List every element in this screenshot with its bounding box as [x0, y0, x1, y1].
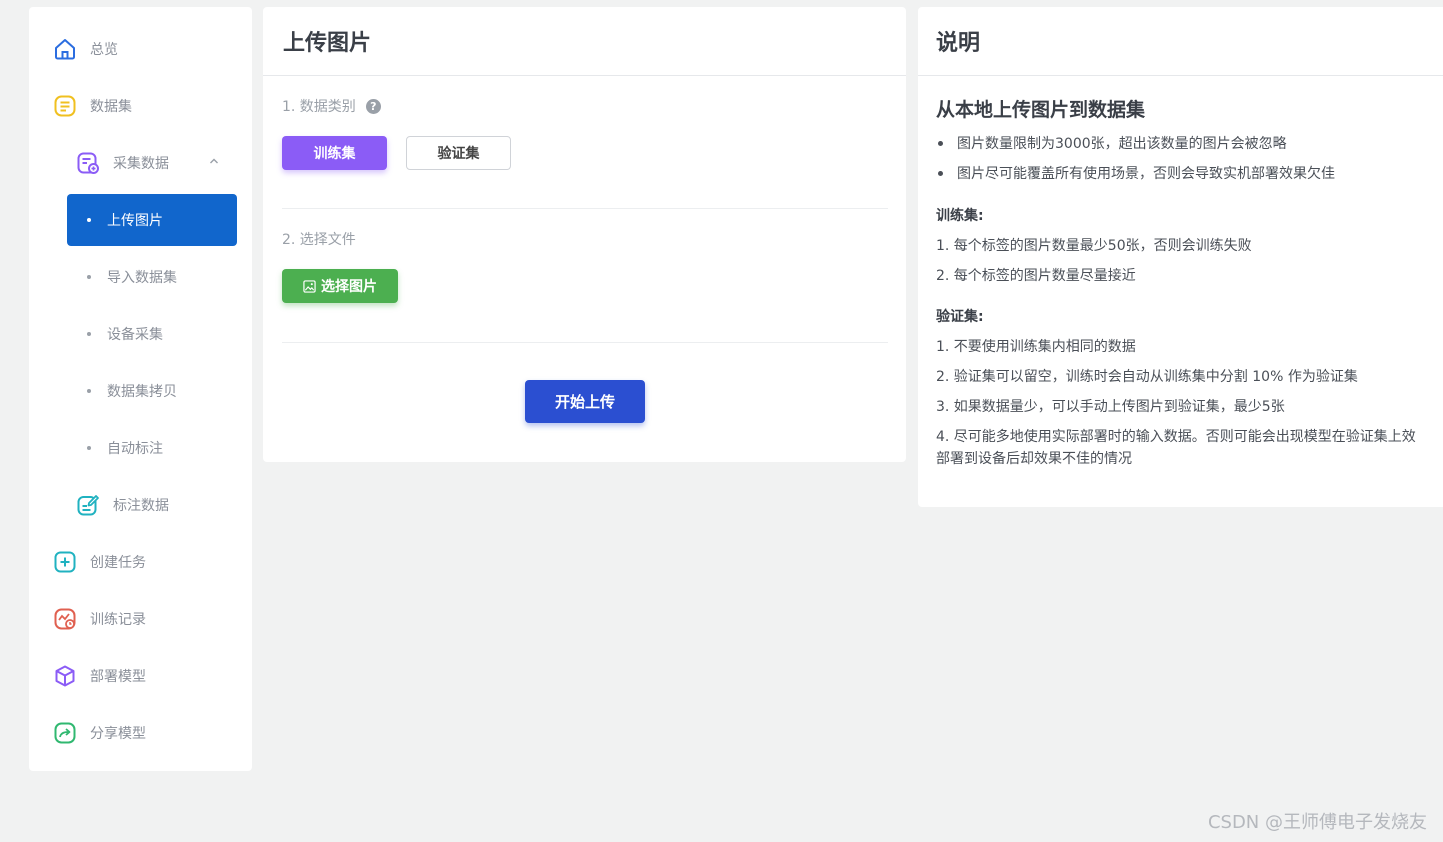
watermark: CSDN @王师傅电子发烧友: [1207, 812, 1427, 833]
train-record-icon: [52, 606, 78, 632]
choose-images-button[interactable]: 选择图片: [282, 269, 398, 303]
sidebar-item-label: 部署模型: [90, 669, 146, 685]
sidebar-item-label: 分享模型: [90, 726, 146, 742]
step1-text: 1. 数据类别: [282, 99, 356, 115]
sidebar-item-label: 数据集: [90, 99, 132, 115]
annotate-icon: [75, 492, 101, 518]
dataset-icon: [52, 93, 78, 119]
val-rule: 部署到设备后却效果不佳的情况: [936, 451, 1132, 467]
bullet-dot: [87, 332, 91, 336]
bullet-dot: [87, 218, 91, 222]
upload-panel: 上传图片 1. 数据类别 ? 训练集 验证集 2. 选择文件 选择图片 开始上传: [263, 7, 906, 462]
add-task-icon: [52, 549, 78, 575]
divider: [282, 208, 888, 209]
sidebar-item-label: 创建任务: [90, 555, 146, 571]
sidebar-subitem-label: 设备采集: [107, 327, 163, 343]
bullet-dot: [87, 446, 91, 450]
sidebar-item-share-model[interactable]: 分享模型: [52, 713, 146, 753]
share-icon: [52, 720, 78, 746]
train-set-heading: 训练集:: [936, 208, 984, 224]
train-set-button[interactable]: 训练集: [282, 136, 387, 170]
sidebar-subitem-upload-images[interactable]: 上传图片: [67, 194, 237, 246]
validation-set-button[interactable]: 验证集: [406, 136, 511, 170]
sidebar-item-overview[interactable]: 总览: [52, 29, 118, 69]
sidebar-subitem-label: 上传图片: [107, 213, 163, 229]
bullet-dot: [938, 170, 943, 176]
info-heading: 从本地上传图片到数据集: [936, 99, 1146, 121]
sidebar-item-create-task[interactable]: 创建任务: [52, 542, 146, 582]
info-bullet: 图片数量限制为3000张，超出该数量的图片会被忽略: [936, 133, 1287, 153]
sidebar-subitem-device-capture[interactable]: 设备采集: [67, 308, 237, 360]
val-rule: 2. 验证集可以留空，训练时会自动从训练集中分割 10% 作为验证集: [936, 369, 1358, 385]
chevron-up-icon[interactable]: [208, 155, 220, 171]
bullet-dot: [87, 389, 91, 393]
info-bullet-text: 图片数量限制为3000张，超出该数量的图片会被忽略: [957, 136, 1287, 152]
info-panel: 说明 从本地上传图片到数据集 图片数量限制为3000张，超出该数量的图片会被忽略…: [918, 7, 1443, 507]
sidebar-item-deploy-model[interactable]: 部署模型: [52, 656, 146, 696]
train-rule: 2. 每个标签的图片数量尽量接近: [936, 268, 1136, 284]
image-icon: [303, 279, 316, 293]
sidebar-subitem-auto-annotate[interactable]: 自动标注: [67, 422, 237, 474]
step1-label: 1. 数据类别 ?: [282, 96, 381, 116]
sidebar-item-annotate-data[interactable]: 标注数据: [75, 485, 169, 525]
sidebar-item-label: 总览: [90, 42, 118, 58]
collect-data-icon: [75, 150, 101, 176]
sidebar-subitem-label: 导入数据集: [107, 270, 177, 286]
sidebar-subitem-dataset-copy[interactable]: 数据集拷贝: [67, 365, 237, 417]
sidebar-item-label: 标注数据: [113, 498, 169, 514]
sidebar-item-label: 训练记录: [90, 612, 146, 628]
sidebar-item-dataset[interactable]: 数据集: [52, 86, 132, 126]
val-rule: 1. 不要使用训练集内相同的数据: [936, 339, 1136, 355]
step2-label: 2. 选择文件: [282, 232, 356, 248]
sidebar-subitem-label: 数据集拷贝: [107, 384, 177, 400]
info-title: 说明: [918, 7, 1443, 76]
start-upload-button[interactable]: 开始上传: [525, 380, 645, 423]
help-icon[interactable]: ?: [365, 98, 381, 114]
divider: [282, 342, 888, 343]
choose-images-label: 选择图片: [321, 279, 377, 295]
sidebar-subitem-import-dataset[interactable]: 导入数据集: [67, 251, 237, 303]
val-rule: 4. 尽可能多地使用实际部署时的输入数据。否则可能会出现模型在验证集上效: [936, 429, 1416, 445]
home-icon: [52, 36, 78, 62]
train-rule: 1. 每个标签的图片数量最少50张，否则会训练失败: [936, 238, 1252, 254]
bullet-dot: [938, 140, 943, 146]
sidebar-subitem-label: 自动标注: [107, 441, 163, 457]
sidebar-item-training-records[interactable]: 训练记录: [52, 599, 146, 639]
val-set-heading: 验证集:: [936, 309, 984, 325]
sidebar: 总览 数据集 采集数据 上传图片 导入数据集 设备采集 数据集拷贝 自动标注 标…: [29, 7, 252, 771]
sidebar-item-label: 采集数据: [113, 156, 169, 172]
info-bullet-text: 图片尽可能覆盖所有使用场景，否则会导致实机部署效果欠佳: [957, 166, 1335, 182]
page-title: 上传图片: [263, 7, 906, 76]
sidebar-item-collect-data[interactable]: 采集数据: [75, 143, 235, 183]
info-bullet: 图片尽可能覆盖所有使用场景，否则会导致实机部署效果欠佳: [936, 163, 1335, 183]
cube-icon: [52, 663, 78, 689]
val-rule: 3. 如果数据量少，可以手动上传图片到验证集，最少5张: [936, 399, 1285, 415]
bullet-dot: [87, 275, 91, 279]
